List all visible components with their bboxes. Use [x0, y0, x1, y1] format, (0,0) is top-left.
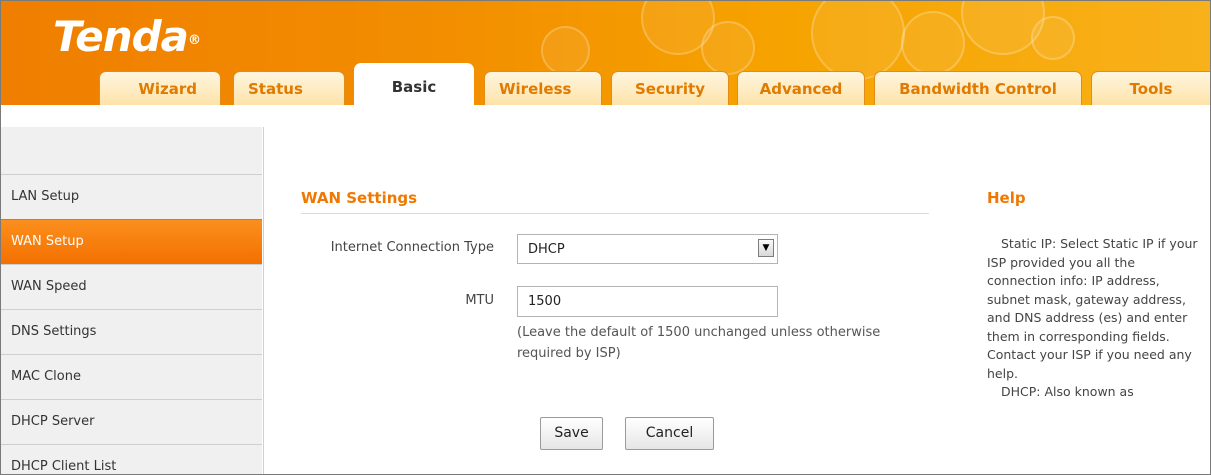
- mtu-label: MTU: [465, 293, 494, 308]
- tab-wireless[interactable]: Wireless: [484, 71, 602, 105]
- sidebar: LAN Setup WAN Setup WAN Speed DNS Settin…: [1, 127, 262, 474]
- mtu-hint-line: required by ISP): [517, 346, 621, 361]
- sidebar-item-mac-clone[interactable]: MAC Clone: [1, 354, 262, 399]
- tab-wizard[interactable]: Wizard: [99, 71, 221, 105]
- tab-security[interactable]: Security: [611, 71, 729, 105]
- tab-label: Security: [634, 80, 706, 98]
- tab-advanced[interactable]: Advanced: [737, 71, 865, 105]
- decor-bubble: [541, 26, 590, 75]
- sidebar-item-wan-setup[interactable]: WAN Setup: [1, 219, 262, 264]
- mtu-hint: (Leave the default of 1500 unchanged unl…: [517, 322, 907, 364]
- section-title: WAN Settings: [301, 189, 418, 207]
- sidebar-item-dhcp-server[interactable]: DHCP Server: [1, 399, 262, 444]
- tab-label: Bandwidth Control: [899, 80, 1057, 98]
- decor-bubble: [1031, 16, 1075, 60]
- tab-label: Tools: [1129, 80, 1173, 98]
- help-panel: Help Static IP: Select Static IP if your…: [961, 127, 1210, 474]
- cancel-button[interactable]: Cancel: [625, 417, 714, 450]
- decor-bubble: [701, 21, 755, 75]
- tab-basic[interactable]: Basic: [354, 63, 474, 105]
- help-paragraph-static-ip: Static IP: Select Static IP if your ISP …: [987, 236, 1198, 381]
- mtu-input[interactable]: 1500: [517, 286, 778, 317]
- help-title: Help: [987, 189, 1026, 207]
- tab-label: Status: [248, 80, 303, 98]
- chevron-down-icon[interactable]: ▼: [758, 239, 774, 257]
- sidebar-item-dns-settings[interactable]: DNS Settings: [1, 309, 262, 354]
- connection-type-value: DHCP: [528, 242, 565, 257]
- tab-label: Advanced: [759, 80, 843, 98]
- tab-bandwidth-control[interactable]: Bandwidth Control: [874, 71, 1082, 105]
- sidebar-item-dhcp-client-list[interactable]: DHCP Client List: [1, 444, 262, 474]
- tab-tools[interactable]: Tools: [1091, 71, 1210, 105]
- sidebar-item-wan-speed[interactable]: WAN Speed: [1, 264, 262, 309]
- save-button[interactable]: Save: [540, 417, 603, 450]
- section-divider: [301, 213, 929, 214]
- connection-type-select[interactable]: DHCP ▼: [517, 234, 778, 264]
- connection-type-label: Internet Connection Type: [330, 240, 494, 255]
- tab-label: Wireless: [499, 80, 572, 98]
- mtu-hint-line: (Leave the default of 1500 unchanged unl…: [517, 325, 881, 340]
- tab-label: Wizard: [138, 80, 197, 98]
- decor-bubble: [811, 1, 905, 80]
- tenda-logo: Tenda®: [53, 12, 201, 61]
- router-admin-window: Tenda® Wizard Status Basic Wireless Secu…: [0, 0, 1211, 475]
- help-paragraph-dhcp: DHCP: Also known as: [1001, 384, 1134, 399]
- header-banner: Tenda® Wizard Status Basic Wireless Secu…: [1, 1, 1210, 105]
- help-text: Static IP: Select Static IP if your ISP …: [987, 235, 1201, 402]
- sidebar-item-lan-setup[interactable]: LAN Setup: [1, 174, 262, 219]
- decor-bubble: [901, 11, 965, 75]
- tab-label: Basic: [391, 78, 437, 96]
- main-content: WAN Settings Internet Connection Type DH…: [263, 127, 962, 474]
- tab-status[interactable]: Status: [233, 71, 345, 105]
